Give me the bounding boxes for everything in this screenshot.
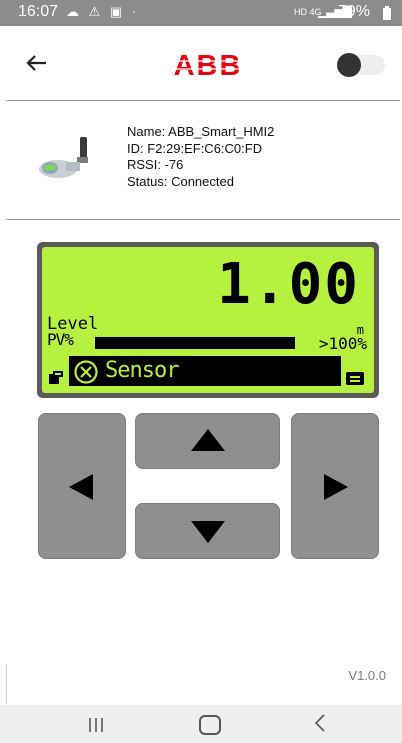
device-transmitter-icon [39, 137, 88, 178]
lcd-value: 1.00 [217, 252, 360, 317]
back-arrow-icon [26, 55, 46, 71]
up-arrow-icon [191, 429, 225, 451]
battery-icon [383, 6, 391, 20]
key-down-button[interactable] [135, 503, 280, 559]
status-time: 16:07 [18, 3, 59, 20]
toggle-knob [337, 53, 361, 77]
lcd-status-strip: Sensor [69, 356, 341, 386]
left-edge-divider [6, 664, 7, 704]
lcd-menu-icon [346, 372, 364, 385]
lcd-status-text: Sensor [105, 358, 179, 383]
key-right-button[interactable] [291, 413, 379, 559]
system-nav-bar [0, 705, 402, 743]
key-left-button[interactable] [38, 413, 126, 559]
error-circle-icon [74, 360, 98, 384]
device-id: ID: F2:29:EF:C6:C0:FD [127, 140, 263, 156]
key-up-button[interactable] [135, 413, 280, 469]
battery-percentage: 79% [338, 3, 371, 20]
left-arrow-icon [69, 474, 93, 500]
lcd-screen: 1.00 Level PV% m >100% Sensor [42, 247, 374, 393]
lcd-label-pv: PV% [47, 330, 74, 349]
status-bar: 16:07 ☁ ⚠ ▣ · HD 4G ▁▃▅▇ 79% [0, 0, 402, 26]
home-icon[interactable] [199, 715, 221, 735]
device-card[interactable]: Name: ABB_Smart_HMI2 ID: F2:29:EF:C6:C0:… [6, 100, 400, 220]
back-button[interactable] [22, 48, 52, 78]
lcd-frame: 1.00 Level PV% m >100% Sensor [37, 242, 379, 398]
right-arrow-icon [324, 474, 348, 500]
app-header: ABB [0, 26, 402, 98]
recent-apps-icon[interactable] [88, 717, 104, 733]
version-label: V1.0.0 [348, 668, 386, 683]
down-arrow-icon [191, 521, 225, 543]
back-icon[interactable] [313, 713, 327, 733]
connection-toggle[interactable] [337, 53, 385, 77]
device-rssi: RSSI: -76 [127, 157, 184, 172]
device-status: Status: Connected [127, 173, 234, 189]
lcd-progress-bar [95, 337, 295, 349]
device-name: Name: ABB_Smart_HMI2 [127, 124, 275, 139]
device-info: Name: ABB_Smart_HMI2 ID: F2:29:EF:C6:C0:… [127, 124, 274, 190]
notification-icons: ☁ ⚠ ▣ · [66, 4, 140, 19]
svg-text:ABB: ABB [174, 52, 243, 78]
lcd-bar-label: >100% [318, 334, 367, 353]
abb-logo: ABB [163, 52, 253, 78]
lcd-lock-icon [49, 371, 63, 384]
